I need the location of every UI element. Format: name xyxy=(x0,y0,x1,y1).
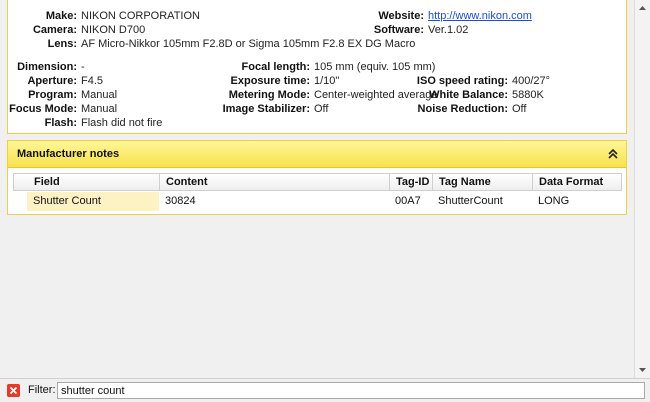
iso-label: ISO speed rating: xyxy=(416,75,508,87)
exif-row-lens: Lens: AF Micro-Nikkor 105mm F2.8D or Sig… xyxy=(8,38,628,51)
focal-length-value: 105 mm (equiv. 105 mm) xyxy=(314,61,436,73)
focal-length-label: Focal length: xyxy=(241,61,310,73)
filter-label: Filter: xyxy=(28,384,56,396)
vertical-scrollbar[interactable] xyxy=(634,0,650,378)
white-balance-label: White Balance: xyxy=(429,89,508,101)
column-header-tag-id[interactable]: Tag-ID xyxy=(390,174,433,191)
scroll-down-arrow-icon[interactable] xyxy=(635,362,650,378)
column-header-field[interactable]: Field xyxy=(14,174,160,191)
manufacturer-notes-card: Manufacturer notes Field Content Tag-ID … xyxy=(7,140,627,215)
exif-row-focal-length: Focal length: 105 mm (equiv. 105 mm) xyxy=(8,61,628,74)
exif-row-software: Software: Ver.1.02 xyxy=(8,24,628,37)
exif-info-card: Make: NIKON CORPORATION Camera: NIKON D7… xyxy=(7,0,627,134)
cell-tag-name[interactable]: ShutterCount xyxy=(432,192,532,211)
manufacturer-notes-table: Field Content Tag-ID Tag Name Data Forma… xyxy=(13,173,622,211)
clear-filter-icon[interactable] xyxy=(7,384,20,397)
software-label: Software: xyxy=(373,24,424,36)
manufacturer-notes-header[interactable]: Manufacturer notes xyxy=(8,141,626,168)
noise-reduction-label: Noise Reduction: xyxy=(417,103,508,115)
website-link[interactable]: http://www.nikon.com xyxy=(428,10,532,23)
table-header: Field Content Tag-ID Tag Name Data Forma… xyxy=(13,173,622,191)
column-header-content[interactable]: Content xyxy=(160,174,390,191)
software-value: Ver.1.02 xyxy=(428,24,469,36)
cell-data-format[interactable]: LONG xyxy=(532,192,622,211)
cell-content[interactable]: 30824 xyxy=(159,192,389,211)
flash-label: Flash: xyxy=(44,117,77,129)
table-row[interactable]: Shutter Count 30824 00A7 ShutterCount LO… xyxy=(13,192,622,211)
exif-row-white-balance: White Balance: 5880K xyxy=(8,89,628,102)
lens-value: AF Micro-Nikkor 105mm F2.8D or Sigma 105… xyxy=(81,38,416,50)
cell-field[interactable]: Shutter Count xyxy=(27,192,159,211)
exif-row-website: Website: http://www.nikon.com xyxy=(8,10,628,23)
filter-input[interactable] xyxy=(57,382,645,399)
lens-label: Lens: xyxy=(47,38,77,50)
exif-row-iso: ISO speed rating: 400/27° xyxy=(8,75,628,88)
column-header-data-format[interactable]: Data Format xyxy=(533,174,623,191)
filter-bar: Filter: xyxy=(0,378,650,402)
noise-reduction-value: Off xyxy=(512,103,527,115)
column-header-tag-name[interactable]: Tag Name xyxy=(433,174,533,191)
white-balance-value: 5880K xyxy=(512,89,544,101)
exif-row-noise-reduction: Noise Reduction: Off xyxy=(8,103,628,116)
iso-value: 400/27° xyxy=(512,75,551,87)
double-chevron-up-icon[interactable] xyxy=(606,147,620,161)
website-label: Website: xyxy=(378,10,424,22)
manufacturer-notes-title: Manufacturer notes xyxy=(17,148,120,160)
exif-row-flash: Flash: Flash did not fire xyxy=(8,117,628,130)
scroll-up-arrow-icon[interactable] xyxy=(635,0,650,16)
cell-tag-id[interactable]: 00A7 xyxy=(389,192,432,211)
main-panel: Make: NIKON CORPORATION Camera: NIKON D7… xyxy=(0,0,634,378)
flash-value: Flash did not fire xyxy=(81,117,163,129)
